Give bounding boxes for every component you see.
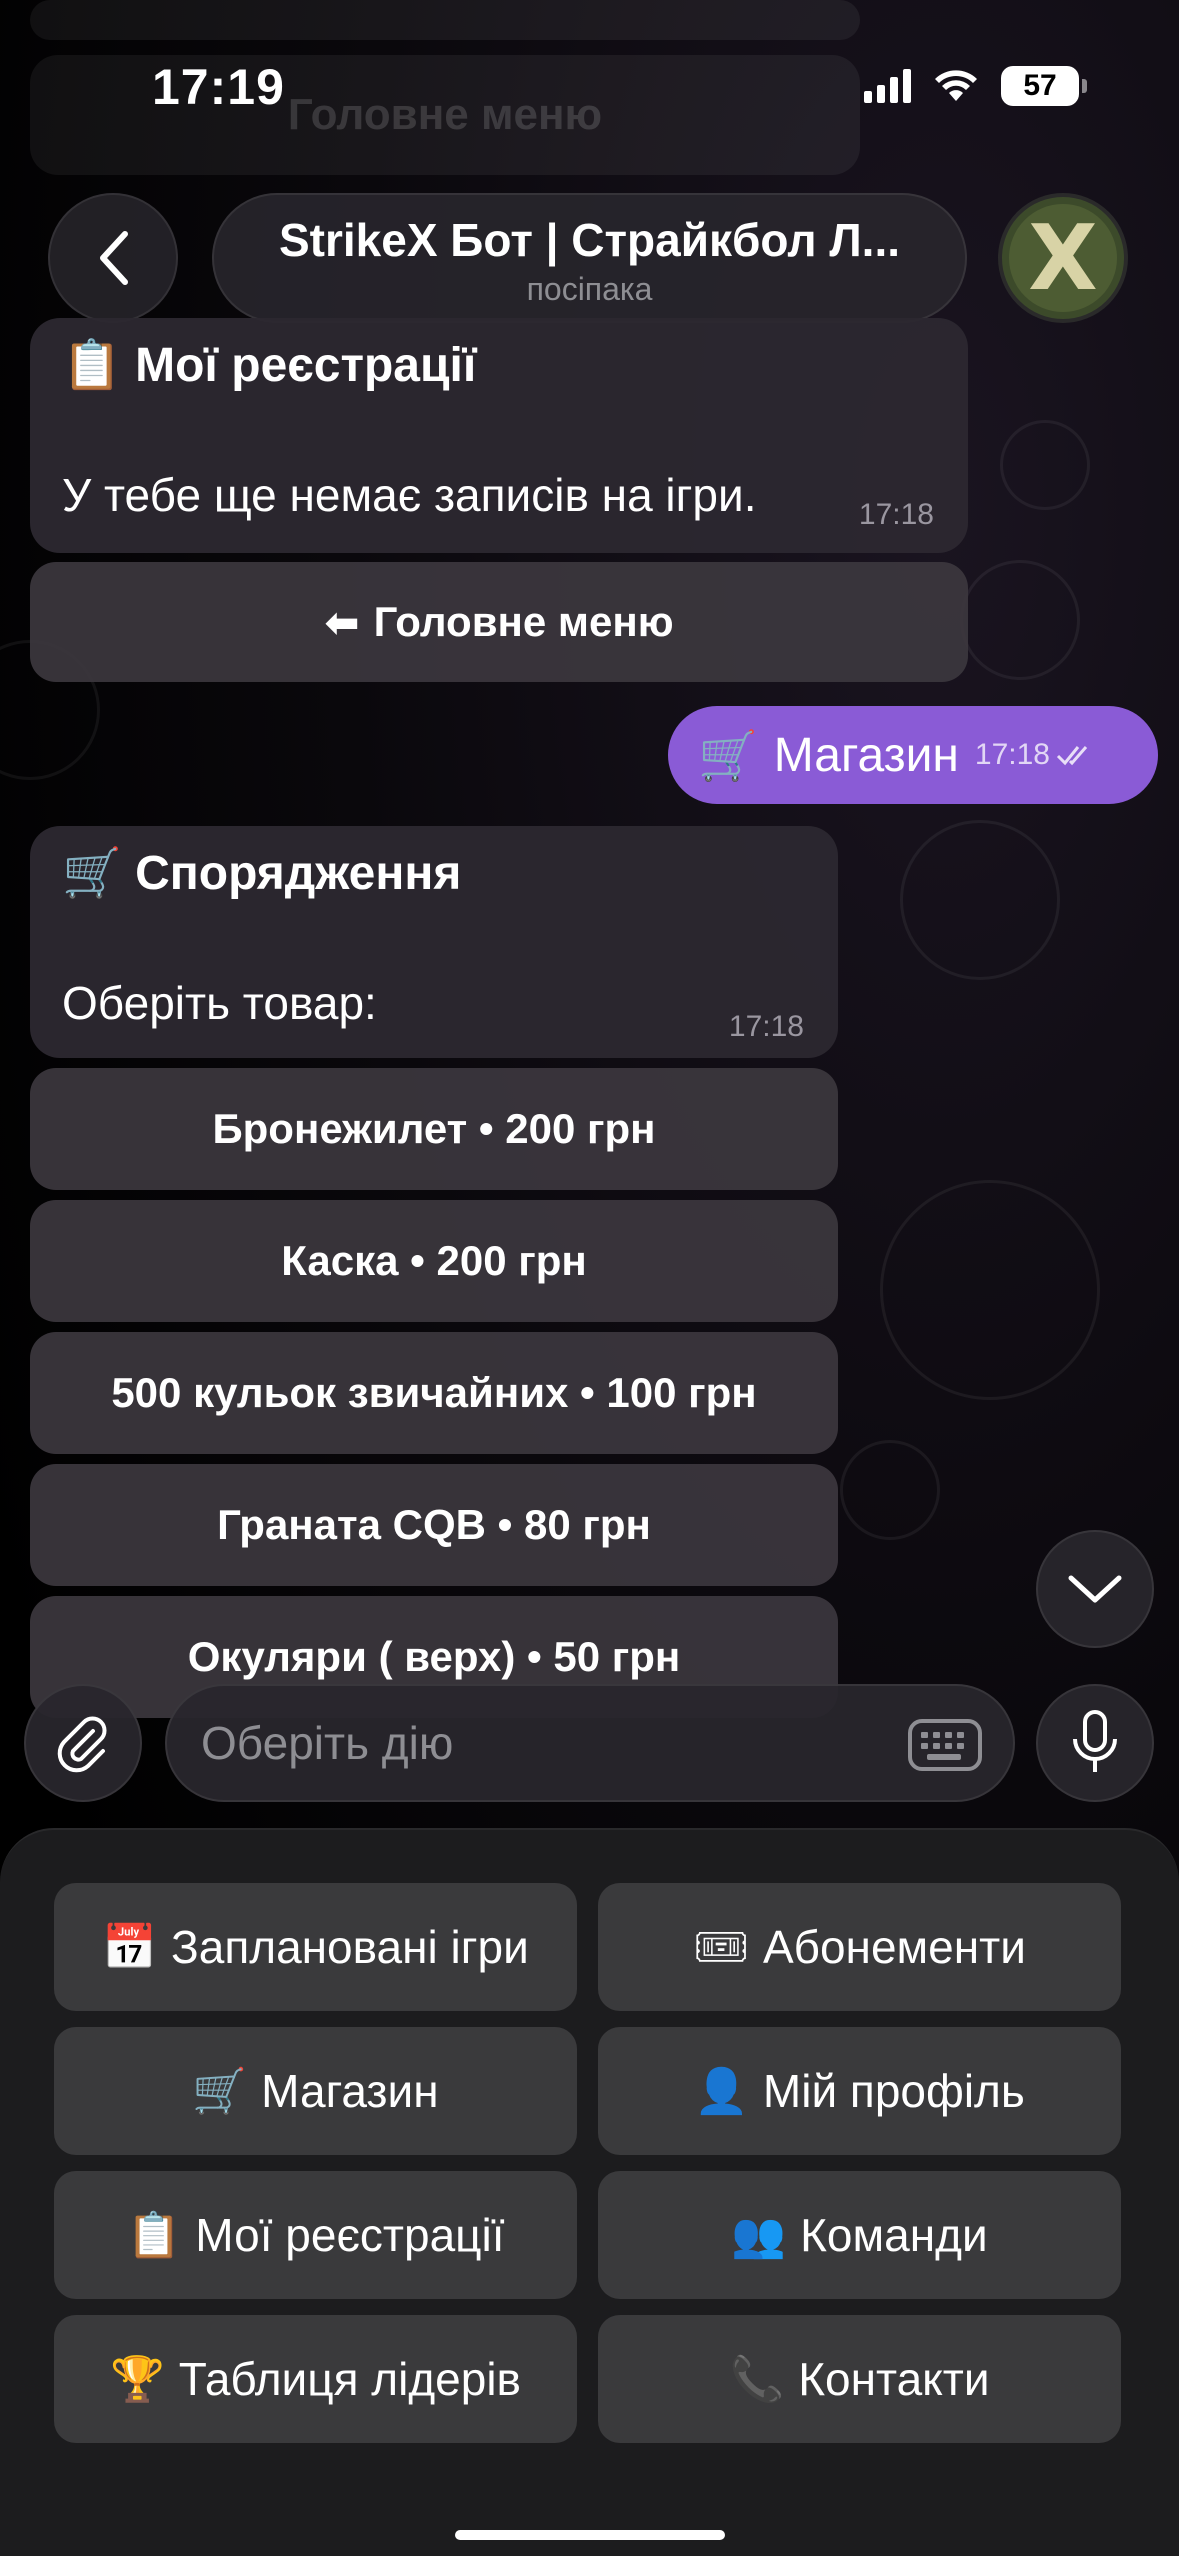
message-input[interactable]: Оберіть дію bbox=[165, 1684, 1015, 1802]
outgoing-message: 🛒 Магазин 17:18 bbox=[668, 706, 1158, 804]
outgoing-text: Магазин bbox=[773, 728, 959, 782]
message-time: 17:18 bbox=[858, 498, 934, 531]
keyboard-button-label: Мої реєстрації bbox=[195, 2209, 505, 2261]
keyboard-button-profile[interactable]: 👤 Мій профіль bbox=[598, 2027, 1121, 2155]
shop-item-label: Каска • 200 грн bbox=[281, 1237, 587, 1284]
phone-icon: 📞 bbox=[729, 2354, 785, 2405]
keyboard-button-label: Команди bbox=[800, 2209, 988, 2261]
keyboard-button-shop[interactable]: 🛒 Магазин bbox=[54, 2027, 577, 2155]
cart-icon: 🛒 bbox=[698, 727, 758, 784]
bot-avatar[interactable]: X bbox=[998, 193, 1128, 323]
shop-item-button[interactable]: Граната CQB • 80 грн bbox=[30, 1464, 838, 1586]
shop-item-button[interactable]: 500 кульок звичайних • 100 грн bbox=[30, 1332, 838, 1454]
keyboard-button-teams[interactable]: 👥 Команди bbox=[598, 2171, 1121, 2299]
message-text: У тебе ще немає записів на ігри. bbox=[62, 469, 757, 521]
trophy-icon: 🏆 bbox=[110, 2354, 165, 2405]
message-time: 17:18 bbox=[728, 1010, 804, 1043]
message-title: Мої реєстрації bbox=[135, 339, 477, 392]
status-icons: 57 bbox=[864, 66, 1087, 106]
battery-icon: 57 bbox=[1001, 66, 1087, 106]
keyboard-button-label: Контакти bbox=[798, 2353, 990, 2405]
cart-icon: 🛒 bbox=[62, 845, 122, 901]
arrow-left-icon: ⬅ bbox=[324, 597, 360, 647]
battery-level: 57 bbox=[1023, 69, 1057, 102]
users-icon: 👥 bbox=[731, 2210, 787, 2261]
status-time: 17:19 bbox=[152, 59, 285, 115]
message-title: Спорядження bbox=[135, 847, 462, 900]
cart-icon: 🛒 bbox=[192, 2066, 248, 2117]
double-check-icon bbox=[1056, 746, 1088, 766]
paperclip-icon bbox=[57, 1716, 107, 1773]
clipboard-icon: 📋 bbox=[62, 337, 122, 393]
keyboard-button-registrations[interactable]: 📋 Мої реєстрації bbox=[54, 2171, 577, 2299]
shop-item-label: Окуляри ( верх) • 50 грн bbox=[187, 1633, 681, 1680]
scroll-down-button[interactable] bbox=[1036, 1530, 1154, 1648]
reply-keyboard: 📅 Заплановані ігри 🎟 Абонементи 🛒 Магази… bbox=[0, 1828, 1179, 2556]
keyboard-button-label: Магазин bbox=[261, 2065, 439, 2117]
microphone-button[interactable] bbox=[1036, 1684, 1154, 1802]
shop-item-label: 500 кульок звичайних • 100 грн bbox=[111, 1369, 757, 1416]
user-icon: 👤 bbox=[694, 2066, 749, 2117]
keyboard-button-scheduled-games[interactable]: 📅 Заплановані ігри bbox=[54, 1883, 577, 2011]
chat-subtitle: посіпака bbox=[526, 271, 653, 307]
message-title-row: 🛒 Спорядження bbox=[62, 844, 461, 901]
message-text: Оберіть товар: bbox=[62, 977, 377, 1029]
shop-item-label: Граната CQB • 80 грн bbox=[217, 1501, 651, 1548]
message-title-row: 📋 Мої реєстрації bbox=[62, 336, 476, 393]
home-indicator bbox=[455, 2530, 725, 2540]
calendar-icon: 📅 bbox=[102, 1922, 157, 1973]
chevron-left-icon bbox=[100, 231, 128, 285]
attach-button[interactable] bbox=[24, 1684, 142, 1802]
shop-item-button[interactable]: Бронежилет • 200 грн bbox=[30, 1068, 838, 1190]
microphone-icon bbox=[1073, 1710, 1117, 1772]
main-menu-button-label: Головне меню bbox=[373, 598, 674, 645]
keyboard-button-label: Таблиця лідерів bbox=[178, 2353, 521, 2405]
keyboard-icon[interactable] bbox=[907, 1718, 983, 1772]
keyboard-button-contacts[interactable]: 📞 Контакти bbox=[598, 2315, 1121, 2443]
keyboard-button-label: Заплановані ігри bbox=[170, 1921, 529, 1973]
avatar-letter: X bbox=[1028, 205, 1098, 311]
ticket-icon: 🎟 bbox=[693, 1922, 749, 1973]
keyboard-button-leaderboard[interactable]: 🏆 Таблиця лідерів bbox=[54, 2315, 577, 2443]
message-registrations: 📋 Мої реєстрації У тебе ще немає записів… bbox=[30, 318, 968, 553]
cellular-signal-icon bbox=[864, 69, 911, 103]
chat-title-pill[interactable]: StrikeX Бот | Страйкбол Л... посіпака bbox=[212, 193, 967, 323]
back-button[interactable] bbox=[48, 193, 178, 323]
avatar-logo: X bbox=[1009, 204, 1117, 312]
main-menu-button[interactable]: ⬅ Головне меню bbox=[30, 562, 968, 682]
message-shop: 🛒 Спорядження Оберіть товар: 17:18 bbox=[30, 826, 838, 1058]
wifi-icon bbox=[935, 70, 977, 101]
shop-item-button[interactable]: Каска • 200 грн bbox=[30, 1200, 838, 1322]
message-input-placeholder: Оберіть дію bbox=[201, 1717, 454, 1769]
outgoing-time: 17:18 bbox=[974, 738, 1050, 771]
faded-previous-bubble bbox=[30, 0, 860, 40]
shop-item-label: Бронежилет • 200 грн bbox=[212, 1105, 656, 1152]
keyboard-button-label: Абонементи bbox=[762, 1921, 1026, 1973]
chat-title: StrikeX Бот | Страйкбол Л... bbox=[279, 214, 900, 266]
chevron-down-icon bbox=[1068, 1575, 1122, 1603]
keyboard-button-label: Мій профіль bbox=[762, 2065, 1025, 2117]
faded-button-label: Головне меню bbox=[287, 90, 603, 139]
clipboard-icon: 📋 bbox=[126, 2210, 182, 2261]
keyboard-button-subscriptions[interactable]: 🎟 Абонементи bbox=[598, 1883, 1121, 2011]
